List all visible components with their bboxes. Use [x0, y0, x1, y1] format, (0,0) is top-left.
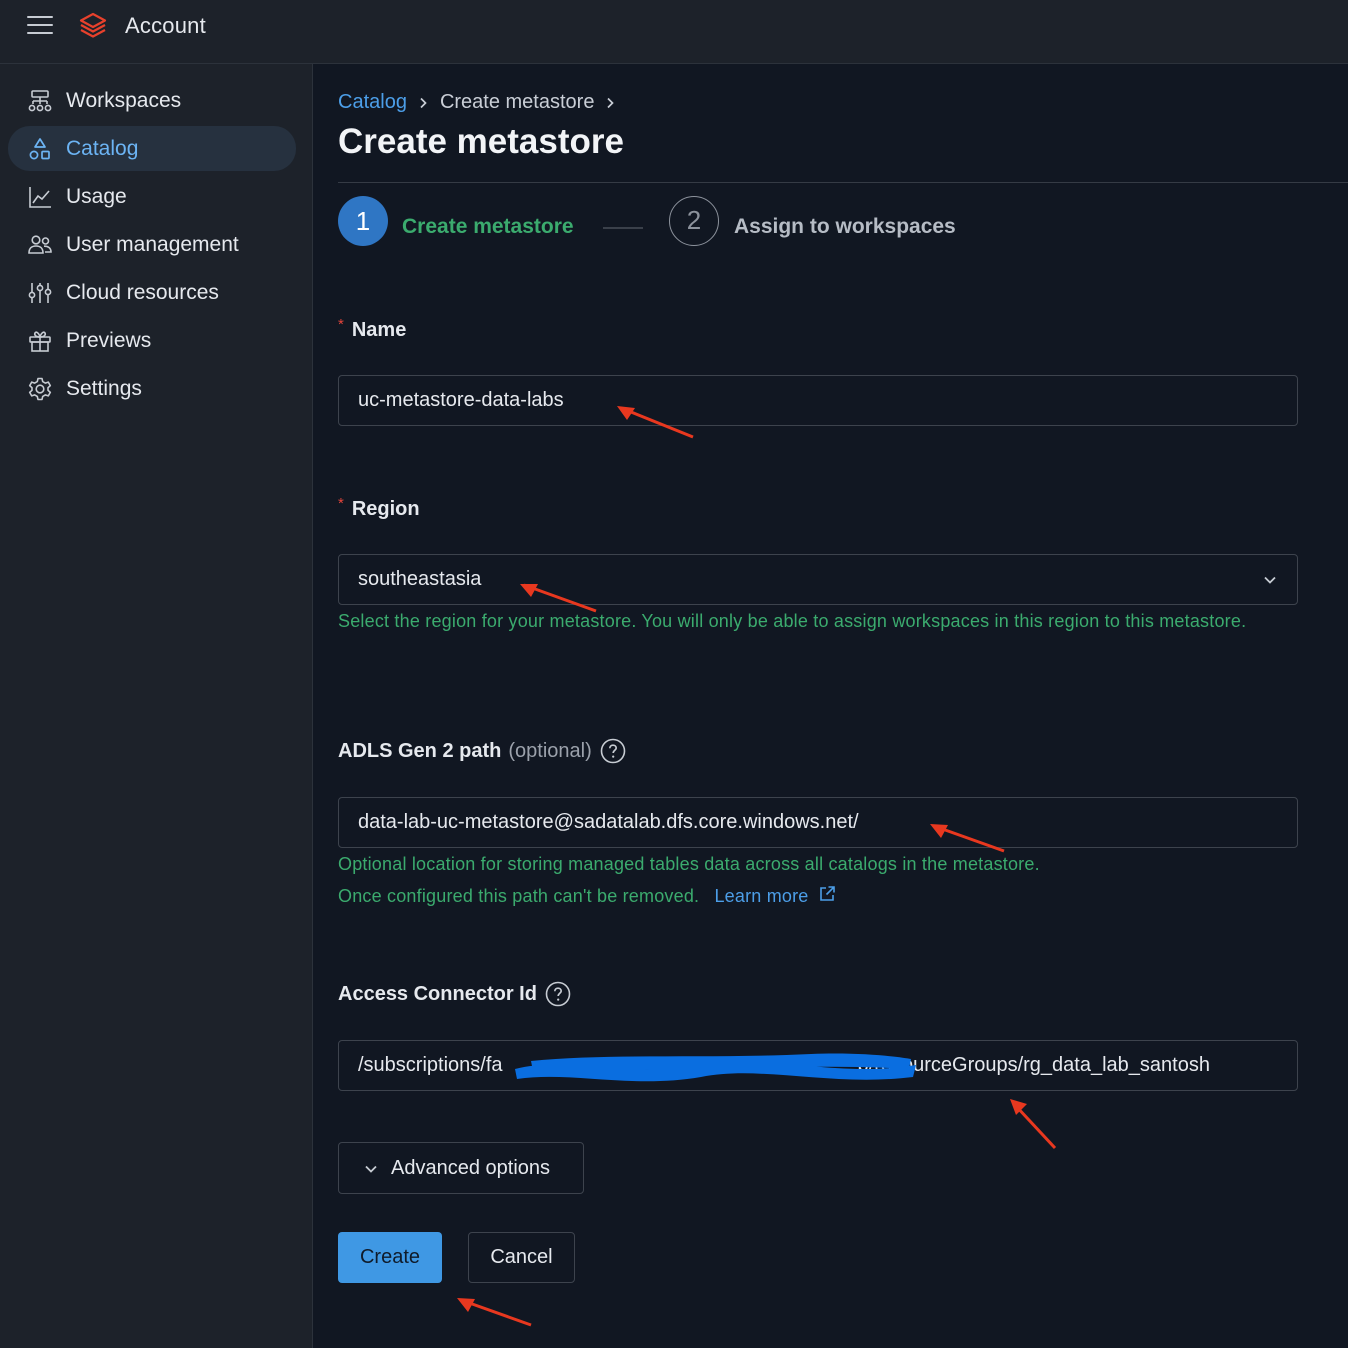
chevron-down-icon: [1264, 576, 1276, 584]
sidebar-item-usage[interactable]: Usage: [8, 174, 296, 219]
sidebar-item-settings[interactable]: Settings: [8, 366, 296, 411]
step-connector: [603, 227, 643, 229]
step-1-indicator: 1: [338, 196, 388, 246]
gear-icon: [28, 377, 52, 401]
chevron-down-icon: [365, 1165, 377, 1173]
connector-value-prefix: /subscriptions/fa: [358, 1054, 503, 1076]
sidebar-item-previews[interactable]: Previews: [8, 318, 296, 363]
page-title: Create metastore: [338, 122, 624, 161]
step-2-indicator: 2: [669, 196, 719, 246]
gift-icon: [29, 331, 51, 352]
sidebar-item-label: Cloud resources: [66, 281, 219, 304]
name-field-label: * Name: [338, 316, 407, 342]
step-1-label: Create metastore: [402, 215, 574, 238]
chevron-right-icon: [420, 97, 427, 108]
advanced-options-label: Advanced options: [391, 1157, 551, 1179]
app-title: Account: [125, 13, 206, 38]
sidebar-item-label: User management: [66, 233, 239, 256]
region-select[interactable]: southeastasia: [338, 554, 1298, 605]
step-2-label: Assign to workspaces: [734, 215, 956, 238]
adls-hint-line2-text: Once configured this path can't be remov…: [338, 886, 700, 906]
hamburger-menu-icon[interactable]: [27, 16, 53, 38]
optional-tag: (optional): [508, 739, 592, 762]
create-button[interactable]: Create: [338, 1232, 442, 1283]
connector-field-label: Access Connector Id: [338, 981, 571, 1007]
help-circle-icon[interactable]: [545, 981, 571, 1007]
sidebar-item-user-management[interactable]: User management: [8, 222, 296, 267]
connector-label-text: Access Connector Id: [338, 982, 537, 1005]
sidebar-item-cloud-resources[interactable]: Cloud resources: [8, 270, 296, 315]
sidebar-item-label: Workspaces: [66, 89, 182, 112]
sidebar-item-label: Previews: [66, 329, 152, 352]
users-icon: [28, 235, 52, 254]
breadcrumb: Catalog Create metastore: [338, 91, 627, 114]
region-hint: Select the region for your metastore. Yo…: [338, 611, 1247, 631]
help-circle-icon[interactable]: [600, 738, 626, 764]
adls-hint-line1: Optional location for storing managed ta…: [338, 854, 1040, 874]
adls-label-text: ADLS Gen 2 path: [338, 739, 502, 762]
adls-field-label: ADLS Gen 2 path (optional): [338, 738, 626, 764]
workspaces-icon: [28, 90, 52, 112]
breadcrumb-current: Create metastore: [439, 91, 595, 113]
chevron-right-icon: [607, 97, 615, 108]
adls-hint-line2: Once configured this path can't be remov…: [338, 880, 1298, 912]
sidebar-item-catalog[interactable]: Catalog: [8, 126, 296, 171]
redaction-scribble: [515, 1053, 916, 1082]
adls-path-input[interactable]: data-lab-uc-metastore@sadatalab.dfs.core…: [338, 797, 1298, 848]
sidebar-item-label: Usage: [66, 185, 127, 208]
required-mark: *: [338, 316, 344, 333]
sidebar: Workspaces Catalog Usage User management: [0, 64, 313, 1348]
adls-hint: Optional location for storing managed ta…: [338, 848, 1298, 912]
region-select-value: southeastasia: [358, 568, 482, 590]
sidebar-item-label: Settings: [66, 377, 142, 400]
learn-more-text: Learn more: [714, 886, 809, 906]
sidebar-item-label: Catalog: [66, 137, 139, 160]
usage-chart-icon: [29, 187, 51, 208]
required-mark: *: [338, 495, 344, 512]
main-content: Catalog Create metastore Create metastor…: [313, 64, 1348, 1348]
sidebar-item-workspaces[interactable]: Workspaces: [8, 78, 296, 123]
annotation-arrow-icon: [457, 1298, 532, 1327]
catalog-icon: [29, 138, 50, 160]
name-label-text: Name: [351, 319, 407, 341]
breadcrumb-link-catalog[interactable]: Catalog: [338, 91, 407, 114]
title-divider: [338, 182, 1348, 183]
top-bar: Account: [0, 0, 1348, 64]
access-connector-input[interactable]: /subscriptions/fa b/resourceGroups/rg_dat…: [338, 1040, 1298, 1091]
advanced-options-button[interactable]: Advanced options: [338, 1142, 584, 1194]
region-field-label: * Region: [338, 495, 420, 521]
external-link-icon: [819, 886, 835, 901]
learn-more-link[interactable]: Learn more: [714, 886, 835, 906]
name-input[interactable]: uc-metastore-data-labs: [338, 375, 1298, 426]
annotation-arrow-icon: [1010, 1099, 1057, 1150]
region-label-text: Region: [351, 498, 420, 520]
databricks-logo-icon: [79, 12, 107, 38]
cancel-button[interactable]: Cancel: [468, 1232, 575, 1283]
sliders-icon: [28, 283, 52, 303]
